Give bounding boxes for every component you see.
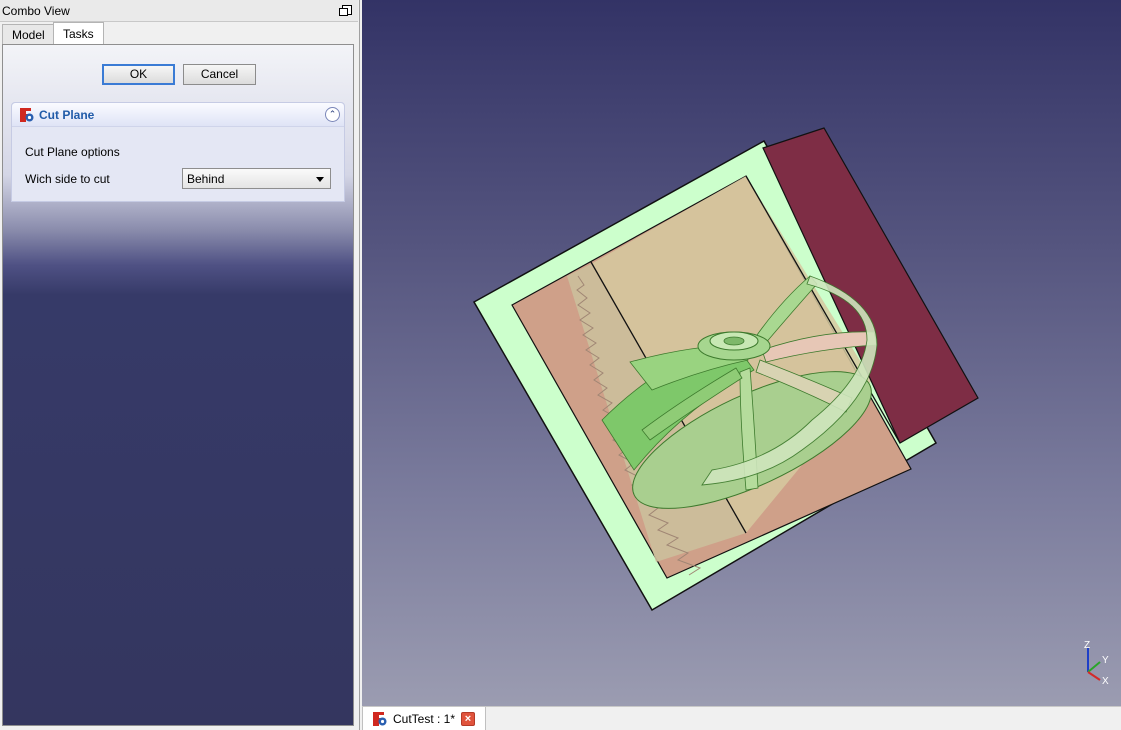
combo-view: Combo View Model Tasks OK Cancel Cut Pla… bbox=[0, 0, 360, 730]
task-panel: OK Cancel Cut Plane ⌃ Cut Plane options … bbox=[2, 44, 354, 726]
tab-model[interactable]: Model bbox=[2, 24, 55, 44]
impeller-hub-bore bbox=[723, 336, 745, 346]
close-icon[interactable]: × bbox=[461, 712, 475, 726]
chevron-down-icon bbox=[316, 177, 324, 182]
chevron-double-up-icon[interactable]: ⌃ bbox=[325, 107, 340, 122]
taskbox-header[interactable]: Cut Plane ⌃ bbox=[12, 103, 344, 127]
document-tab[interactable]: CutTest : 1* × bbox=[362, 707, 486, 730]
side-label: Wich side to cut bbox=[25, 172, 110, 186]
document-title: CutTest : 1* bbox=[393, 712, 456, 726]
side-select[interactable]: Behind bbox=[182, 168, 331, 189]
scene-svg[interactable]: Z Y X bbox=[362, 0, 1121, 706]
axis-label-y: Y bbox=[1102, 655, 1109, 666]
combo-view-header: Combo View bbox=[0, 0, 358, 22]
float-window-icon[interactable] bbox=[339, 5, 352, 16]
options-label: Cut Plane options bbox=[25, 145, 120, 159]
axis-label-x: X bbox=[1102, 676, 1109, 687]
freecad-logo-icon bbox=[373, 712, 387, 726]
document-tabbar: CutTest : 1* × bbox=[362, 706, 1121, 730]
side-select-value: Behind bbox=[187, 172, 225, 186]
freecad-logo-icon bbox=[20, 108, 34, 122]
ok-button[interactable]: OK bbox=[102, 64, 175, 85]
combo-view-title: Combo View bbox=[2, 4, 70, 18]
3d-viewport[interactable]: Z Y X bbox=[362, 0, 1121, 706]
tab-tasks[interactable]: Tasks bbox=[53, 22, 104, 44]
taskbox-title: Cut Plane bbox=[39, 108, 95, 122]
combo-tabbar: Model Tasks bbox=[2, 22, 354, 44]
cancel-button[interactable]: Cancel bbox=[183, 64, 256, 85]
cut-plane-taskbox: Cut Plane ⌃ Cut Plane options Wich side … bbox=[11, 102, 345, 202]
axis-label-z: Z bbox=[1084, 640, 1090, 651]
axis-indicator: Z Y X bbox=[1084, 640, 1109, 687]
